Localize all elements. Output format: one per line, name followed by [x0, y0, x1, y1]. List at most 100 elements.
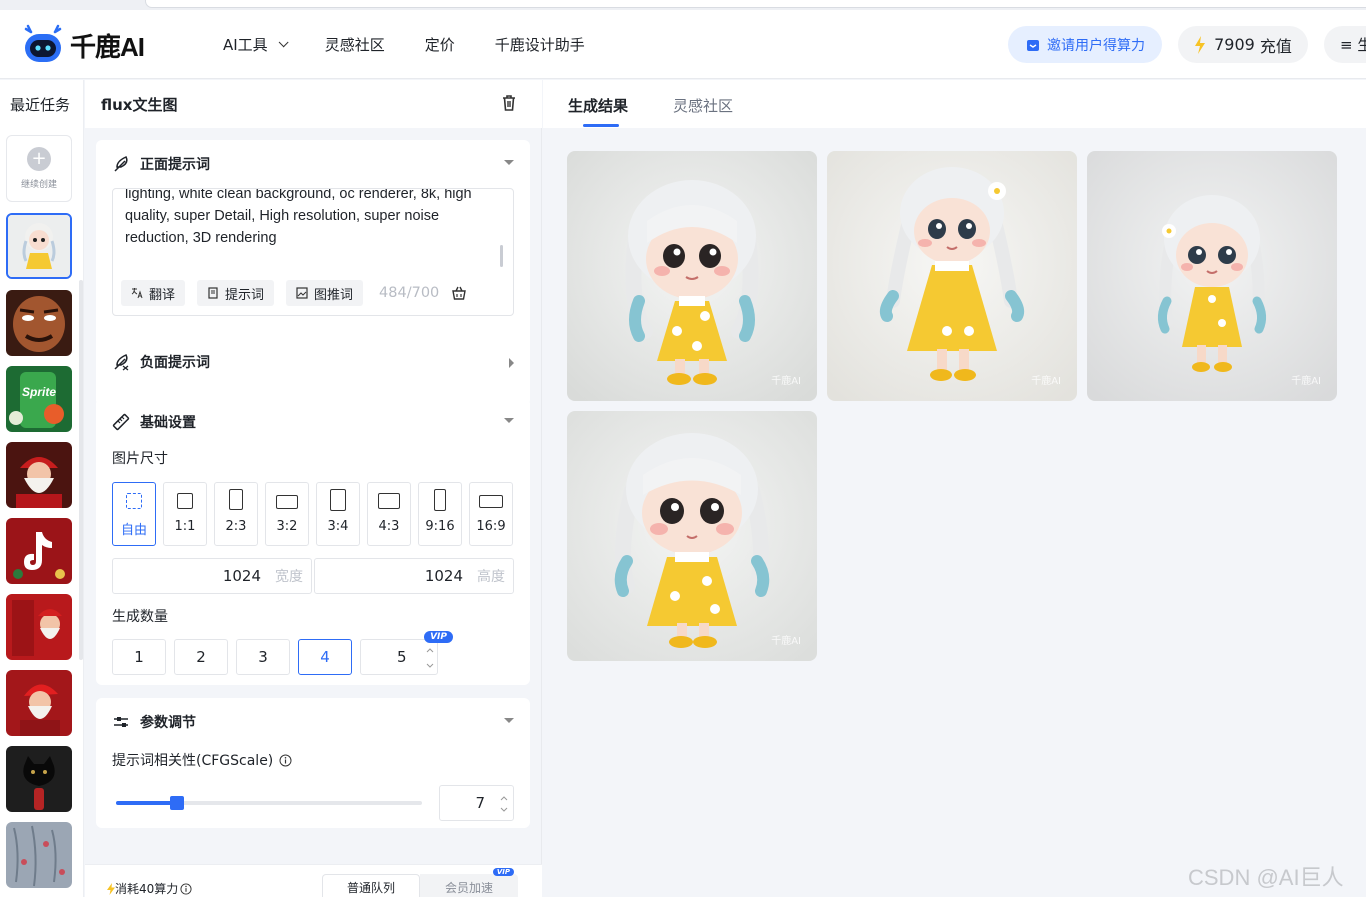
cost-label: 消耗40算力	[115, 882, 179, 896]
negative-prompt-card[interactable]: 负面提示词	[96, 338, 530, 385]
height-input[interactable]: 1024 高度	[314, 558, 514, 594]
params-header[interactable]: 参数调节	[112, 712, 196, 732]
thumb-santa-red[interactable]	[6, 670, 72, 736]
ratio-label: 2:3	[225, 519, 247, 534]
invite-button[interactable]: 邀请用户得算力	[1008, 26, 1162, 63]
nav-design-assistant[interactable]: 千鹿设计助手	[495, 34, 585, 55]
recent-title: 最近任务	[10, 96, 71, 114]
ratio-9-16[interactable]: 9:16	[418, 482, 462, 546]
ratio-1-1[interactable]: 1:1	[163, 482, 207, 546]
result-image-2[interactable]: 千鹿AI	[827, 151, 1077, 401]
thumb-tiktok-christmas[interactable]	[6, 518, 72, 584]
sliders-icon	[114, 717, 128, 727]
count-5-stepper[interactable]: 5 VIP	[360, 631, 453, 675]
img2prompt-label: 图推词	[314, 287, 354, 303]
thumb-sprite-can[interactable]: Sprite	[6, 366, 72, 432]
params-title: 参数调节	[140, 715, 196, 731]
brand-name: 千鹿AI	[70, 31, 145, 62]
count-value: 3	[258, 648, 268, 666]
tab-inspiration[interactable]: 灵感社区	[673, 95, 733, 116]
cost-info: 消耗40算力	[107, 880, 192, 897]
normal-queue-tab[interactable]: 普通队列	[322, 874, 420, 897]
invite-label: 邀请用户得算力	[1047, 37, 1145, 54]
count-2[interactable]: 2	[174, 639, 228, 675]
count-4[interactable]: 4	[298, 639, 352, 675]
credits-button[interactable]: 7909 充值	[1178, 26, 1308, 63]
result-image-1[interactable]: 千鹿AI	[567, 151, 817, 401]
cfg-value-input[interactable]: 7	[439, 785, 514, 821]
ratio-label: 自由	[120, 523, 147, 538]
cfg-slider-knob[interactable]	[170, 796, 184, 810]
translate-button[interactable]: 翻译	[121, 280, 186, 306]
stepper-arrows-icon[interactable]	[425, 644, 435, 672]
active-tab-underline	[583, 124, 619, 127]
image-icon	[296, 287, 308, 299]
ratio-3-2[interactable]: 3:2	[265, 482, 309, 546]
positive-prompt-text[interactable]: lighting, white clean background, oc ren…	[125, 189, 500, 249]
thumb-mask-face[interactable]	[6, 290, 72, 356]
positive-prompt-header[interactable]: 正面提示词	[112, 154, 210, 174]
count-label: 生成数量	[112, 609, 168, 625]
ratio-3-4[interactable]: 3:4	[316, 482, 360, 546]
image-watermark: 千鹿AI	[771, 376, 801, 387]
collapse-caret-icon[interactable]	[504, 718, 514, 723]
basic-settings-title: 基础设置	[140, 415, 196, 431]
nav-label: 定价	[424, 36, 455, 54]
width-input[interactable]: 1024 宽度	[112, 558, 312, 594]
nav-pricing[interactable]: 定价	[425, 34, 455, 55]
ratio-options: 自由 1:1 2:3 3:2 3:4 4:3 9:16 16:9	[112, 482, 513, 546]
menu-button[interactable]: ≡ 生	[1324, 26, 1366, 63]
result-image-4[interactable]: 千鹿AI	[567, 411, 817, 661]
params-card: 参数调节 提示词相关性(CFGScale) 7	[96, 698, 530, 828]
svg-text:Sprite: Sprite	[22, 385, 56, 399]
collapse-caret-icon[interactable]	[504, 160, 514, 165]
image-to-prompt-button[interactable]: 图推词	[286, 280, 364, 306]
prompt-library-button[interactable]: 提示词	[197, 280, 275, 306]
menu-label: ≡ 生	[1340, 36, 1366, 54]
thumb-santa[interactable]	[6, 442, 72, 508]
thumb-doll-girl[interactable]	[6, 213, 72, 279]
recent-scrollbar[interactable]	[79, 280, 83, 660]
nav-label: 灵感社区	[324, 36, 385, 54]
deer-mascot-icon	[24, 24, 62, 62]
thumb-floral-pattern[interactable]	[6, 822, 72, 888]
count-value: 5	[397, 648, 407, 666]
collapse-caret-icon[interactable]	[504, 418, 514, 423]
result-image-3[interactable]: 千鹿AI	[1087, 151, 1337, 401]
info-icon[interactable]	[279, 754, 292, 767]
ratio-16-9[interactable]: 16:9	[469, 482, 513, 546]
ratio-2-3[interactable]: 2:3	[214, 482, 258, 546]
vip-queue-tab[interactable]: 会员加速 VIP	[420, 868, 518, 897]
stepper-arrows-icon[interactable]	[499, 790, 509, 818]
vip-badge: VIP	[424, 631, 453, 643]
trash-icon[interactable]	[501, 94, 517, 112]
basic-settings-header[interactable]: 基础设置	[112, 412, 196, 432]
basket-icon[interactable]	[451, 286, 467, 300]
prompt-char-counter: 484/700	[379, 285, 440, 301]
info-icon[interactable]	[180, 882, 192, 895]
nav-inspiration[interactable]: 灵感社区	[325, 34, 385, 55]
thumb-black-cat[interactable]	[6, 746, 72, 812]
height-value: 1024	[424, 567, 463, 585]
count-1[interactable]: 1	[112, 639, 166, 675]
count-value: 2	[196, 648, 206, 666]
ruler-icon	[112, 413, 130, 431]
height-unit: 高度	[477, 569, 505, 585]
positive-prompt-input[interactable]: lighting, white clean background, oc ren…	[112, 188, 514, 316]
ratio-free[interactable]: 自由	[112, 482, 156, 546]
recent-tasks-panel: 最近任务 + 继续创建 Sprite	[0, 80, 84, 897]
cfg-slider[interactable]	[116, 796, 422, 810]
tab-results[interactable]: 生成结果	[568, 95, 628, 116]
expand-caret-icon[interactable]	[509, 358, 514, 368]
ratio-label: 16:9	[476, 519, 506, 534]
negative-prompt-header[interactable]: 负面提示词	[112, 352, 210, 372]
thumb-santa-door[interactable]	[6, 594, 72, 660]
nav-label: 千鹿设计助手	[494, 36, 585, 54]
width-value: 1024	[222, 567, 261, 585]
nav-ai-tools[interactable]: AI工具	[223, 34, 289, 55]
ratio-4-3[interactable]: 4:3	[367, 482, 411, 546]
logo[interactable]: 千鹿AI	[22, 24, 145, 66]
count-3[interactable]: 3	[236, 639, 290, 675]
new-task-button[interactable]: + 继续创建	[6, 135, 72, 202]
prompt-scrollbar[interactable]	[500, 245, 503, 267]
